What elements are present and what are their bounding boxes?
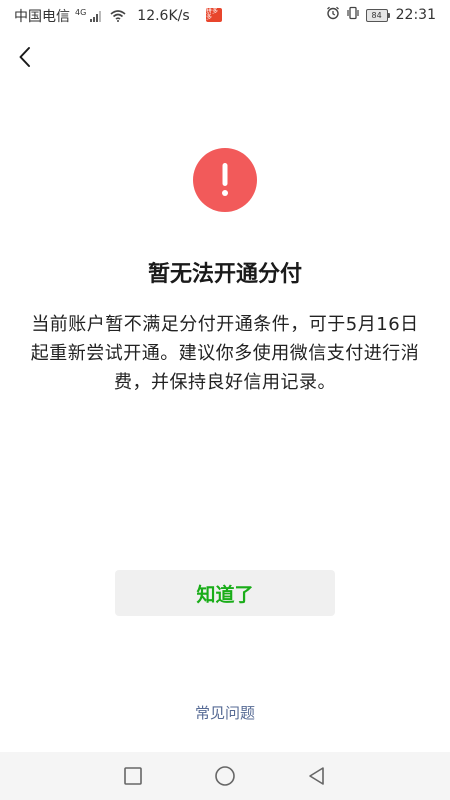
triangle-back-icon	[309, 767, 324, 785]
status-bar: 中国电信 4G 12.6K/s 拼多多 84 22:31	[0, 0, 450, 32]
wifi-icon	[110, 10, 126, 22]
acknowledge-button[interactable]: 知道了	[115, 570, 335, 616]
network-type: 4G	[75, 8, 87, 17]
alarm-icon	[326, 6, 340, 24]
battery-icon: 84	[365, 8, 390, 22]
exclamation-circle-icon	[193, 148, 257, 212]
app-notification-icon: 拼多多	[206, 8, 222, 22]
carrier-name: 中国电信	[14, 9, 70, 25]
carrier-group: 中国电信 4G 12.6K/s	[14, 6, 190, 26]
battery-level: 84	[365, 8, 388, 22]
faq-link[interactable]: 常见问题	[0, 702, 450, 723]
nav-back-button[interactable]	[304, 763, 330, 789]
back-arrow-icon	[19, 47, 30, 67]
system-nav-bar	[0, 752, 450, 800]
signal-icon	[90, 10, 102, 22]
dialog-title: 暂无法开通分付	[147, 262, 302, 287]
back-button[interactable]	[10, 42, 40, 72]
recent-apps-button[interactable]	[120, 763, 146, 789]
clock: 22:31	[395, 7, 436, 23]
dialog-message: 当前账户暂不满足分付开通条件，可于5月16日起重新尝试开通。建议你多使用微信支付…	[30, 314, 420, 393]
home-button[interactable]	[212, 763, 238, 789]
square-icon	[124, 767, 142, 785]
status-right-group: 84 22:31	[326, 6, 436, 24]
circle-icon	[215, 766, 235, 786]
screen: 中国电信 4G 12.6K/s 拼多多 84 22:31 暂无法开通分付 当前账…	[0, 0, 450, 800]
app-badge-label: 拼多多	[206, 8, 219, 21]
vibrate-icon	[346, 6, 360, 24]
network-speed: 12.6K/s	[137, 8, 190, 24]
